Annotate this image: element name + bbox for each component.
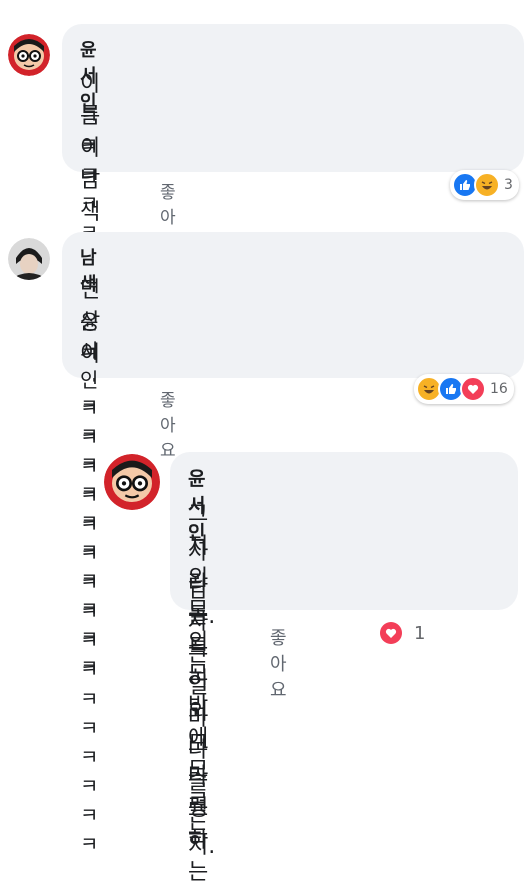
comment-bubble bbox=[62, 232, 524, 378]
comment-line: 남자는 얼마나 슬픈지. bbox=[188, 578, 216, 859]
comment-bubble bbox=[62, 24, 524, 172]
haha-reaction-icon bbox=[474, 172, 500, 198]
love-reaction-icon bbox=[380, 622, 402, 644]
avatar[interactable] bbox=[104, 454, 160, 510]
person-avatar-icon bbox=[8, 238, 50, 280]
like-button[interactable]: 좋아요 bbox=[270, 624, 287, 702]
reaction-count: 3 bbox=[504, 177, 513, 193]
love-reaction-icon bbox=[460, 376, 486, 402]
avatar[interactable] bbox=[8, 238, 50, 280]
comment-line: 윤서인ㅋㅋㅋㅋㅋㅋㅋㅋㅋㅋㅋㅋㅋㅋㅋㅋ bbox=[80, 310, 98, 856]
avatar[interactable] bbox=[8, 34, 50, 76]
reaction-summary[interactable]: 3 bbox=[450, 170, 519, 200]
comment-line: ㅋ bbox=[80, 342, 99, 366]
reaction-summary[interactable]: 16 bbox=[414, 374, 514, 404]
like-button[interactable]: 좋아요 bbox=[160, 386, 176, 461]
reaction-summary[interactable]: 1 bbox=[380, 622, 425, 644]
reaction-count: 16 bbox=[490, 381, 508, 397]
comment-line: ㅋㅋ bbox=[80, 136, 98, 189]
reaction-count: 1 bbox=[414, 622, 426, 644]
cartoon-avatar-icon bbox=[104, 454, 160, 510]
comment-bubble bbox=[170, 452, 518, 610]
cartoon-avatar-icon bbox=[8, 34, 50, 76]
